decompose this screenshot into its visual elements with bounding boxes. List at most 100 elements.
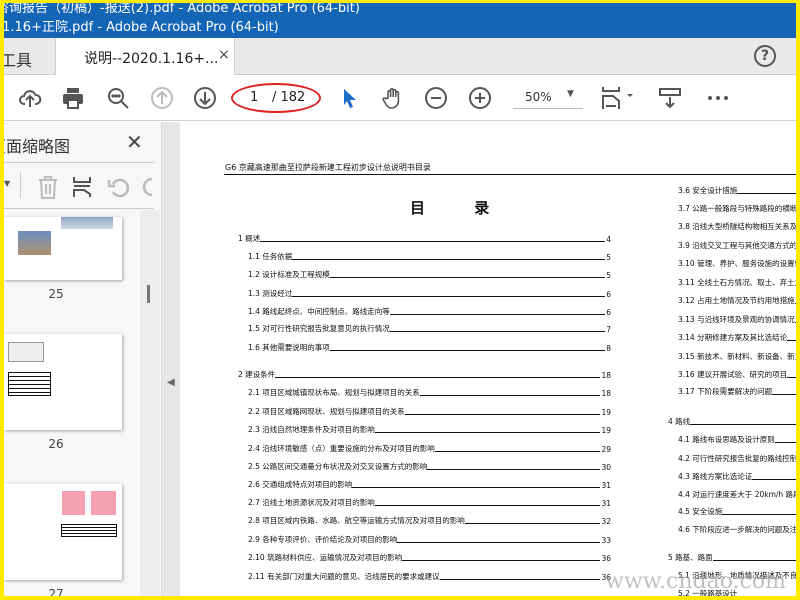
toc-entry-page: 5 <box>606 253 611 262</box>
toc-entry[interactable]: 2.9 各种专项评价、评价结论及对项目的影响 33 <box>248 534 611 545</box>
toc-leader <box>787 340 796 341</box>
fit-page-width-icon[interactable] <box>601 86 637 110</box>
toc-entry[interactable]: 1.6 其他需要说明的事项 8 <box>248 342 611 353</box>
page-thumbnail-25[interactable] <box>4 217 122 280</box>
toc-entry[interactable]: 3.17 下阶段需要解决的问题 <box>678 386 796 397</box>
toc-entry[interactable]: 2.3 沿线自然地理条件及对项目的影响 19 <box>248 424 611 435</box>
toc-entry-title: 4.1 路线布设思路及设计原则 <box>678 435 775 444</box>
search-icon[interactable] <box>106 86 130 110</box>
scroll-mode-icon[interactable] <box>658 86 682 110</box>
toc-entry[interactable]: 2.1 项目区域城镇现状布局、规划与拟建项目的关系 18 <box>248 387 611 398</box>
toc-entry[interactable]: 3.6 安全设计措施 <box>678 185 796 196</box>
toc-entry[interactable]: 2.2 项目区域路网现状、规划与拟建项目的关系 19 <box>248 406 611 417</box>
zoom-level-value: 50% <box>525 90 552 104</box>
toc-entry-title: 2.10 筑路材料供应、运输情况及对项目的影响 <box>248 553 403 562</box>
zoom-level-dropdown[interactable]: 50% ▼ <box>513 85 583 109</box>
toc-entry[interactable]: 1.3 测设经过 6 <box>248 288 611 299</box>
toc-entry[interactable]: 2.11 有关部门对重大问题的意见、沿线居民的要求或建议 36 <box>248 571 611 582</box>
toc-entry[interactable]: 4 路线 <box>668 416 796 427</box>
page-number-field[interactable]: 1 / 182 <box>231 83 321 113</box>
toc-entry[interactable]: 2 建设条件 18 <box>238 369 611 380</box>
toc-leader <box>397 542 601 543</box>
toc-entry[interactable]: 3.14 分期修建方案及其比选结论 <box>678 332 796 343</box>
toc-leader <box>292 296 606 297</box>
thumbnail-label: 27 <box>48 587 64 596</box>
thumbnail-table <box>8 372 51 396</box>
thumbnail-photo <box>61 217 113 229</box>
toc-entry[interactable]: 4.1 路线布设思路及设计原则 <box>678 434 796 445</box>
toc-entry[interactable]: 3.8 沿线大型桥隧结构物相互关系及 <box>678 221 796 232</box>
toc-entry[interactable]: 4.3 路线方案比选论证 <box>678 471 796 482</box>
hand-tool-icon[interactable] <box>381 86 405 110</box>
rotate-left-icon[interactable] <box>107 177 129 197</box>
thumbnail-scrollbar[interactable] <box>140 210 160 596</box>
toc-entry-title: 3.16 建议开展试验、研究的项目 <box>678 370 788 379</box>
more-options-icon[interactable] <box>706 86 730 110</box>
next-page-icon[interactable] <box>193 86 217 110</box>
toc-entry-title: 1.5 对可行性研究报告批复意见的执行情况 <box>248 324 390 333</box>
toc-entry[interactable]: 2.10 筑路材料供应、运输情况及对项目的影响 36 <box>248 552 611 563</box>
cloud-upload-icon[interactable] <box>18 86 42 110</box>
toc-entry[interactable]: 1.4 路线起终点、中间控制点、路线走向等 6 <box>248 306 611 317</box>
toc-entry[interactable]: 5 路基、路面 <box>668 552 796 563</box>
toc-entry[interactable]: 1.2 设计标准及工程规模 5 <box>248 269 611 280</box>
help-icon[interactable]: ? <box>754 45 776 67</box>
toc-entry[interactable]: 2.4 沿线环境敏感（点）重要设施的分布及对项目的影响 29 <box>248 443 611 454</box>
trash-icon[interactable] <box>37 175 59 199</box>
thumbnail-map <box>8 342 44 362</box>
zoom-in-icon[interactable] <box>468 86 492 110</box>
options-dropdown-icon[interactable]: ▼ <box>4 179 10 188</box>
toc-entry-title: 5 路基、路面 <box>668 553 713 562</box>
toc-entry-page: 5 <box>606 271 611 280</box>
toc-entry[interactable]: 2.8 项目区域内铁路、水路、航空等运输方式情况及对项目的影响 32 <box>248 515 611 526</box>
toc-entry-title: 3.11 全线土石方情况、取土、弃土之 <box>678 278 796 287</box>
close-tab-icon[interactable]: × <box>218 47 230 63</box>
close-panel-icon[interactable]: ✕ <box>126 130 143 154</box>
toc-leader <box>419 395 601 396</box>
toc-entry[interactable]: 3.15 新技术、新材料、新设备、新工 <box>678 351 796 362</box>
toc-entry-title: 2.9 各种专项评价、评价结论及对项目的影响 <box>248 535 398 544</box>
toc-leader <box>774 442 796 443</box>
tab-tools[interactable]: 工具 <box>4 47 32 71</box>
thumbnail-photo <box>18 231 51 255</box>
previous-page-icon[interactable] <box>150 86 174 110</box>
toc-entry[interactable]: 3.12 占用土地情况及节约用地措施 <box>678 295 796 306</box>
toc-entry-title: 4.3 路线方案比选论证 <box>678 472 753 481</box>
toc-entry[interactable]: 3.13 与沿线环境及景观的协调情况 <box>678 314 796 325</box>
insert-page-icon[interactable] <box>72 176 92 198</box>
toc-entry[interactable]: 3.7 公路一般路段与特殊路段的横断 <box>678 203 796 214</box>
toc-entry-title: 3.14 分期修建方案及其比选结论 <box>678 333 788 342</box>
toc-entry[interactable]: 2.7 沿线土地资源状况及对项目的影响 31 <box>248 497 611 508</box>
toc-entry[interactable]: 1 概述 4 <box>238 233 611 244</box>
toc-leader <box>402 560 601 561</box>
zoom-out-icon[interactable] <box>424 86 448 110</box>
toc-entry[interactable]: 1.5 对可行性研究报告批复意见的执行情况 7 <box>248 323 611 334</box>
toc-entry[interactable]: 2.5 公路区间交通量分布状况及对交叉设置方式的影响 30 <box>248 461 611 472</box>
chevron-left-icon: ◀ <box>167 377 175 388</box>
toc-entry[interactable]: 3.11 全线土石方情况、取土、弃土之 <box>678 277 796 288</box>
toc-leader <box>787 377 796 378</box>
print-icon[interactable] <box>61 86 85 110</box>
toc-entry[interactable]: 3.9 沿线交叉工程与其他交通方式的 <box>678 240 796 251</box>
toc-entry[interactable]: 3.10 管理、养护、服务设施的设置情 <box>678 258 796 269</box>
toc-leader <box>794 303 796 304</box>
toc-entry[interactable]: 4.4 对运行速度差大于 20km/h 路段 <box>678 489 796 500</box>
select-cursor-icon[interactable] <box>338 86 362 110</box>
page-thumbnail-27[interactable] <box>4 484 122 580</box>
tab-document-label: 说明--2020.1.16+... <box>84 51 219 67</box>
toc-entry[interactable]: 2.6 交通组成特点对项目的影响 31 <box>248 479 611 490</box>
toc-leader <box>737 193 796 194</box>
toc-entry[interactable]: 1.1 任务依据 5 <box>248 251 611 262</box>
page-current[interactable]: 1 <box>250 90 258 105</box>
toc-entry[interactable]: 4.5 安全设施 <box>678 506 796 517</box>
rotate-right-icon[interactable] <box>142 177 154 197</box>
scrollbar-thumb[interactable] <box>147 285 150 303</box>
toc-entry-title: 2 建设条件 <box>238 370 276 379</box>
toc-entry[interactable]: 3.16 建议开展试验、研究的项目 <box>678 369 796 380</box>
page-thumbnail-26[interactable] <box>4 334 122 430</box>
toc-entry-page: 36 <box>601 554 611 563</box>
toc-entry[interactable]: 4.2 可行性研究报告批复的路线控制 <box>678 453 796 464</box>
toc-entry[interactable]: 4.6 下阶段应进一步解决的问题及注 <box>678 524 796 535</box>
collapse-panel-handle[interactable]: ◀ <box>162 122 180 596</box>
tab-document[interactable]: 说明--2020.1.16+... × <box>55 38 235 75</box>
